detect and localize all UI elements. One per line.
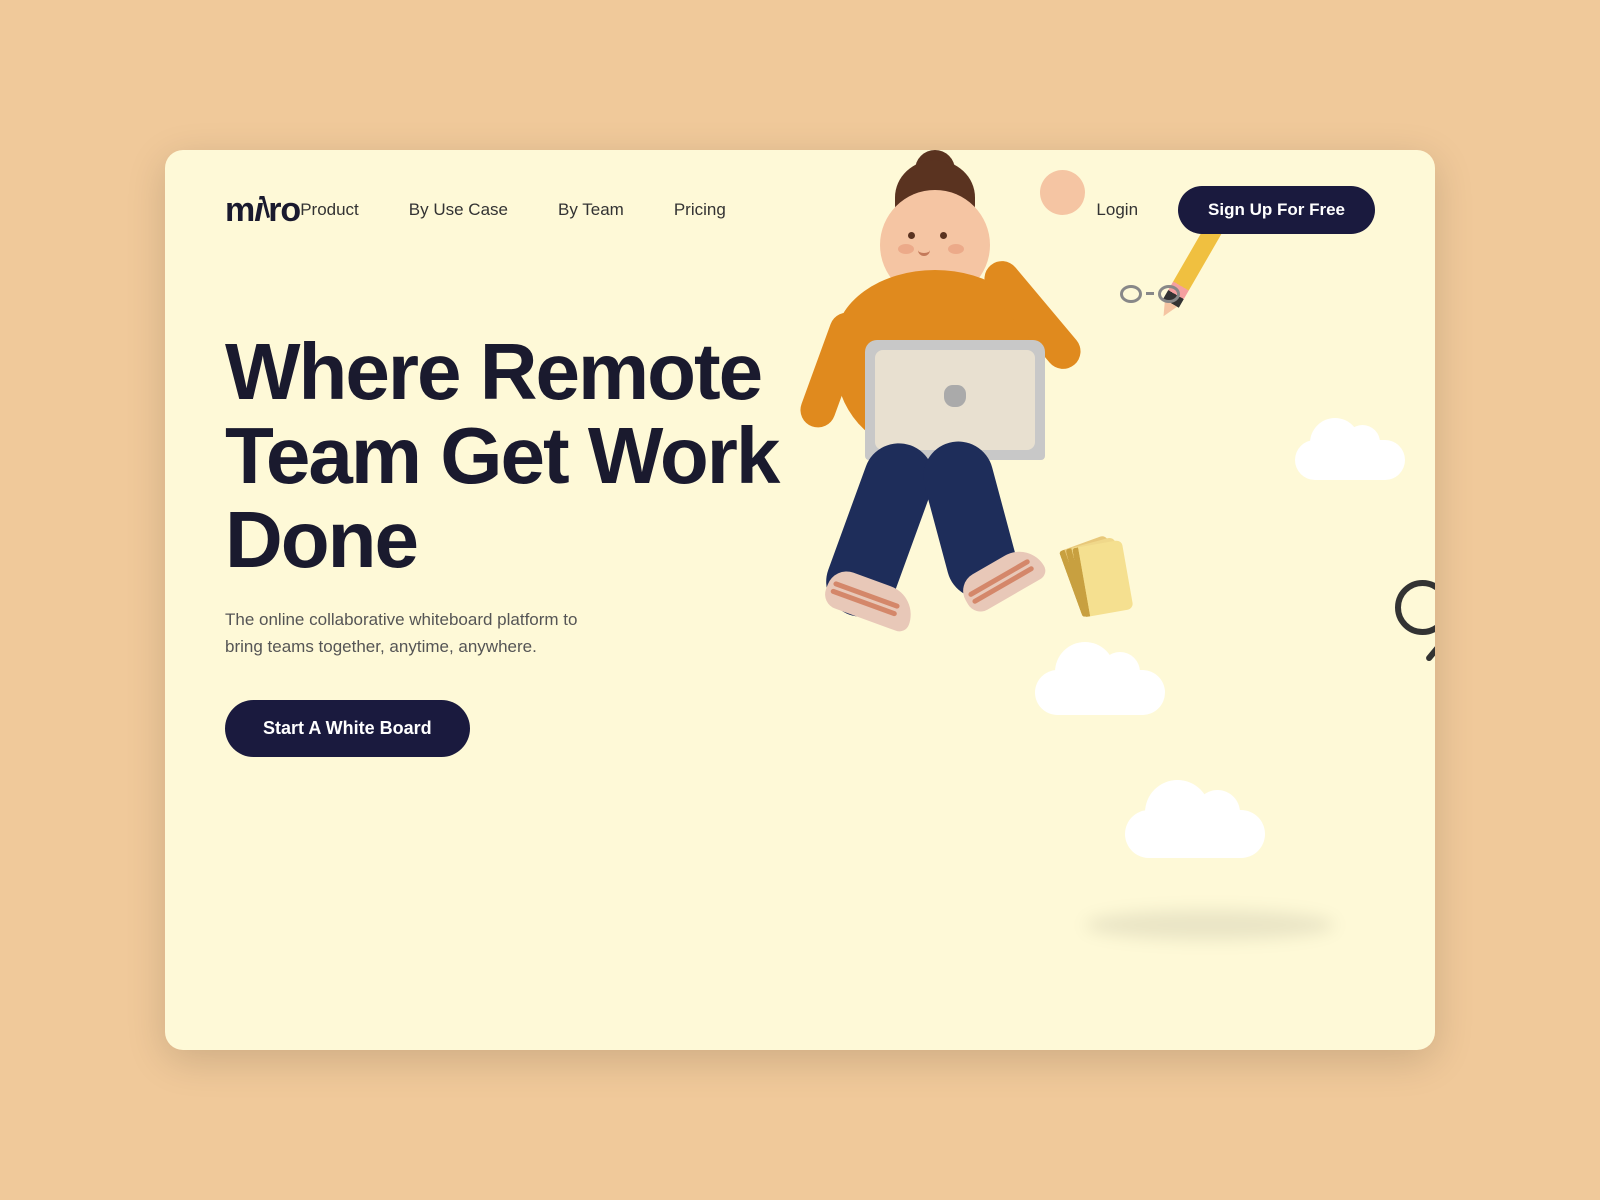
- cta-whiteboard-button[interactable]: Start A White Board: [225, 700, 470, 757]
- cloud-3: [1125, 810, 1265, 858]
- main-card: m i ro Product By Use Case By Team Prici…: [165, 150, 1435, 1050]
- signup-button[interactable]: Sign Up For Free: [1178, 186, 1375, 234]
- logo[interactable]: m i ro: [225, 191, 300, 230]
- hero-heading: Where Remote Team Get Work Done: [225, 330, 905, 582]
- nav-pricing[interactable]: Pricing: [674, 200, 726, 220]
- nav-product[interactable]: Product: [300, 200, 359, 220]
- nav-links: Product By Use Case By Team Pricing: [300, 200, 1096, 220]
- nav-right: Login Sign Up For Free: [1096, 186, 1375, 234]
- hero-section: Where Remote Team Get Work Done The onli…: [165, 270, 1435, 757]
- navbar: m i ro Product By Use Case By Team Prici…: [165, 150, 1435, 270]
- login-link[interactable]: Login: [1096, 200, 1138, 220]
- nav-use-case[interactable]: By Use Case: [409, 200, 508, 220]
- hero-subtext: The online collaborative whiteboard plat…: [225, 606, 605, 660]
- nav-by-team[interactable]: By Team: [558, 200, 624, 220]
- character-shadow: [1085, 910, 1335, 940]
